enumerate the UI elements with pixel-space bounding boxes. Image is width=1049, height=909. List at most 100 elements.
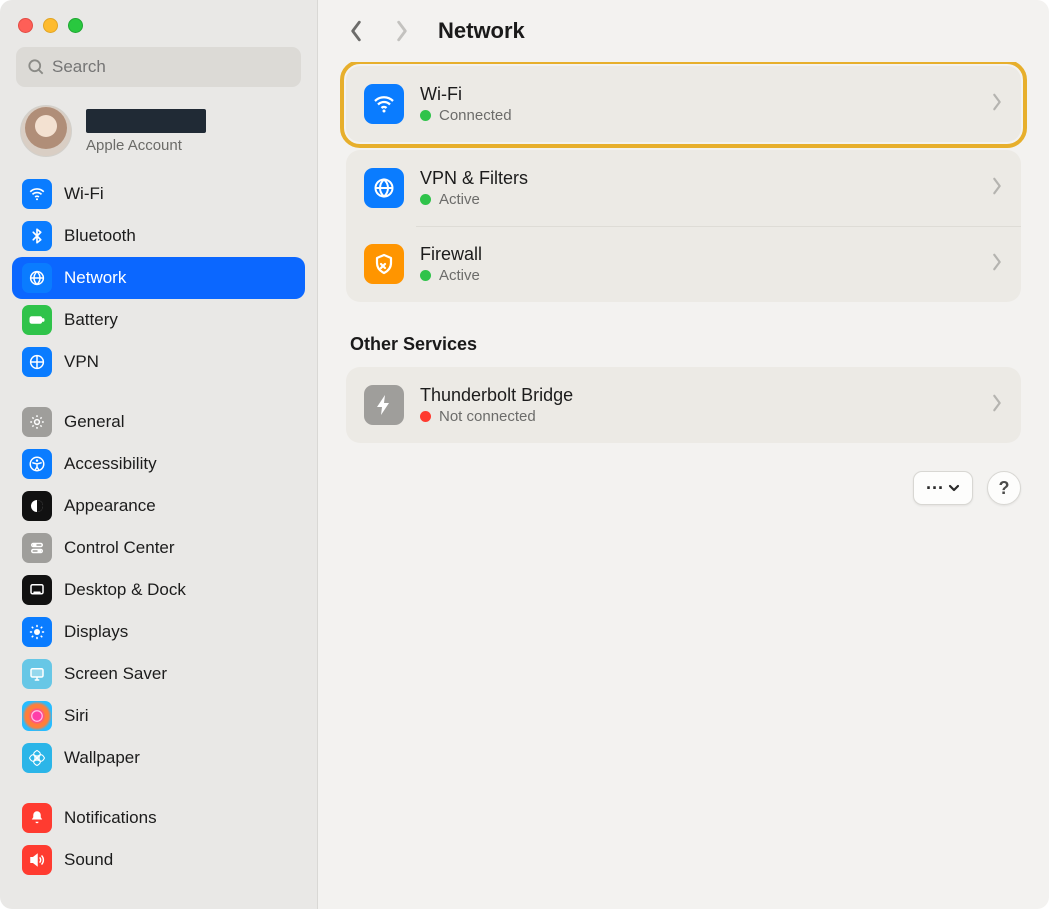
avatar — [20, 105, 72, 157]
firewall-icon — [364, 244, 404, 284]
chevron-right-icon — [395, 20, 409, 42]
status-dot-icon — [420, 194, 431, 205]
chevron-down-icon — [948, 484, 960, 492]
sidebar-item-label: Accessibility — [64, 454, 157, 474]
search-input[interactable] — [52, 57, 291, 77]
sidebar-item-label: Screen Saver — [64, 664, 167, 684]
service-status: Not connected — [420, 408, 573, 425]
apple-account-row[interactable]: Apple Account — [10, 99, 307, 173]
main-panel: Network Wi-Fi Connected — [318, 0, 1049, 909]
nav-arrows — [346, 17, 412, 45]
service-row-thunderbolt-bridge[interactable]: Thunderbolt Bridge Not connected — [346, 367, 1021, 443]
sidebar-item-network[interactable]: Network — [12, 257, 305, 299]
sidebar-item-label: Desktop & Dock — [64, 580, 186, 600]
sidebar: Apple Account Wi-Fi Bluetooth Ne — [0, 0, 318, 909]
sidebar-item-label: Wallpaper — [64, 748, 140, 768]
sidebar-item-siri[interactable]: Siri — [12, 695, 305, 737]
service-row-wifi[interactable]: Wi-Fi Connected — [346, 66, 1021, 142]
sidebar-item-wifi[interactable]: Wi-Fi — [12, 173, 305, 215]
service-title: VPN & Filters — [420, 168, 528, 189]
sidebar-item-label: General — [64, 412, 124, 432]
other-services-heading: Other Services — [350, 334, 1017, 355]
minimize-window-button[interactable] — [43, 18, 58, 33]
service-status-text: Active — [439, 191, 480, 208]
chevron-right-icon — [991, 394, 1003, 417]
service-title: Wi-Fi — [420, 84, 512, 105]
chevron-left-icon — [349, 20, 363, 42]
bell-icon — [22, 803, 52, 833]
sidebar-item-label: Wi-Fi — [64, 184, 104, 204]
service-row-firewall[interactable]: Firewall Active — [346, 226, 1021, 302]
wifi-icon — [364, 84, 404, 124]
sidebar-nav: Wi-Fi Bluetooth Network Battery — [10, 173, 307, 909]
chevron-right-icon — [991, 93, 1003, 116]
service-status: Connected — [420, 107, 512, 124]
help-button[interactable]: ? — [987, 471, 1021, 505]
sidebar-group-alerts: Notifications Sound — [12, 797, 305, 881]
siri-icon — [22, 701, 52, 731]
sidebar-item-label: Notifications — [64, 808, 157, 828]
chevron-right-icon — [991, 177, 1003, 200]
sidebar-item-label: Siri — [64, 706, 89, 726]
status-dot-icon — [420, 110, 431, 121]
window-controls — [10, 12, 307, 47]
chevron-right-icon — [991, 253, 1003, 276]
status-dot-icon — [420, 411, 431, 422]
control-center-icon — [22, 533, 52, 563]
sidebar-item-general[interactable]: General — [12, 401, 305, 443]
battery-icon — [22, 305, 52, 335]
ellipsis-icon: ··· — [926, 478, 944, 499]
sidebar-item-notifications[interactable]: Notifications — [12, 797, 305, 839]
screen-saver-icon — [22, 659, 52, 689]
sidebar-item-label: Appearance — [64, 496, 156, 516]
appearance-icon — [22, 491, 52, 521]
service-title: Firewall — [420, 244, 482, 265]
displays-icon — [22, 617, 52, 647]
back-button[interactable] — [346, 17, 366, 45]
service-status-text: Connected — [439, 107, 512, 124]
sidebar-item-sound[interactable]: Sound — [12, 839, 305, 881]
sidebar-item-control-center[interactable]: Control Center — [12, 527, 305, 569]
thunderbolt-icon — [364, 385, 404, 425]
service-status-text: Active — [439, 267, 480, 284]
sidebar-item-desktop-dock[interactable]: Desktop & Dock — [12, 569, 305, 611]
sidebar-item-battery[interactable]: Battery — [12, 299, 305, 341]
status-dot-icon — [420, 270, 431, 281]
question-mark-icon: ? — [999, 478, 1010, 499]
gear-icon — [22, 407, 52, 437]
sidebar-item-wallpaper[interactable]: Wallpaper — [12, 737, 305, 779]
search-icon — [26, 57, 46, 77]
sidebar-item-label: Battery — [64, 310, 118, 330]
bluetooth-icon — [22, 221, 52, 251]
service-status-text: Not connected — [439, 408, 536, 425]
sidebar-item-displays[interactable]: Displays — [12, 611, 305, 653]
service-row-vpn-filters[interactable]: VPN & Filters Active — [346, 150, 1021, 226]
sidebar-group-system: General Accessibility Appearance Control… — [12, 401, 305, 779]
other-services-group: Thunderbolt Bridge Not connected — [346, 367, 1021, 443]
service-status: Active — [420, 191, 528, 208]
sidebar-item-label: Bluetooth — [64, 226, 136, 246]
sidebar-item-appearance[interactable]: Appearance — [12, 485, 305, 527]
wallpaper-icon — [22, 743, 52, 773]
forward-button[interactable] — [392, 17, 412, 45]
sidebar-item-bluetooth[interactable]: Bluetooth — [12, 215, 305, 257]
vpn-icon — [22, 347, 52, 377]
sidebar-item-label: Network — [64, 268, 126, 288]
search-field[interactable] — [16, 47, 301, 87]
sidebar-item-vpn[interactable]: VPN — [12, 341, 305, 383]
sidebar-item-label: Sound — [64, 850, 113, 870]
sidebar-item-label: VPN — [64, 352, 99, 372]
account-subtitle: Apple Account — [86, 137, 206, 154]
sidebar-item-accessibility[interactable]: Accessibility — [12, 443, 305, 485]
sidebar-item-screen-saver[interactable]: Screen Saver — [12, 653, 305, 695]
sidebar-group-connectivity: Wi-Fi Bluetooth Network Battery — [12, 173, 305, 383]
more-options-button[interactable]: ··· — [913, 471, 973, 505]
close-window-button[interactable] — [18, 18, 33, 33]
dock-icon — [22, 575, 52, 605]
services-group: VPN & Filters Active Firewall — [346, 150, 1021, 302]
main-header: Network — [318, 0, 1049, 62]
footer-actions: ··· ? — [346, 471, 1021, 505]
globe-network-icon — [364, 168, 404, 208]
zoom-window-button[interactable] — [68, 18, 83, 33]
sidebar-item-label: Displays — [64, 622, 128, 642]
